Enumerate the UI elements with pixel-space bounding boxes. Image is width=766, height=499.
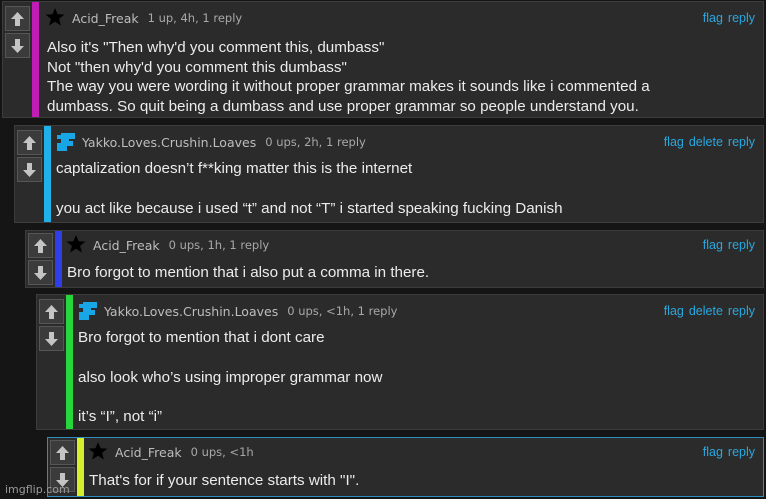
- arrow-up-icon: [23, 135, 36, 150]
- downvote-button[interactable]: [5, 33, 30, 58]
- comment-line: you act like because i used “t” and not …: [56, 199, 563, 217]
- flag-link[interactable]: flag: [703, 238, 723, 252]
- thread-depth-bar: [44, 126, 51, 222]
- comment-meta: 0 ups, <1h, 1 reply: [287, 304, 398, 318]
- comment-4: Yakko.Loves.Crushin.Loaves 0 ups, <1h, 1…: [36, 294, 764, 430]
- upvote-button[interactable]: [39, 299, 64, 324]
- comment-body: Bro forgot to mention that i dont care a…: [78, 328, 753, 427]
- comment-actions: flag reply: [703, 11, 755, 25]
- reply-link[interactable]: reply: [728, 304, 755, 318]
- comment-meta: 0 ups, 1h, 1 reply: [168, 238, 270, 252]
- arrow-up-icon: [56, 445, 69, 460]
- comment-line: captalization doesn’t f**king matter thi…: [56, 160, 413, 177]
- upvote-button[interactable]: [28, 233, 53, 258]
- comment-meta: 0 ups, 2h, 1 reply: [265, 135, 366, 149]
- comment-line: Not "then why'd you comment this dumbass…: [47, 58, 347, 76]
- comment-3: Acid_Freak 0 ups, 1h, 1 reply flag reply…: [25, 230, 764, 288]
- comment-line: The way you were wording it without prop…: [47, 78, 650, 95]
- delete-link[interactable]: delete: [689, 135, 723, 149]
- site-watermark: imgflip.com: [5, 483, 70, 496]
- flag-link[interactable]: flag: [703, 445, 723, 459]
- thread-depth-bar: [55, 231, 62, 287]
- star-icon[interactable]: [88, 441, 110, 463]
- blue-pixel-avatar-icon[interactable]: [55, 131, 77, 153]
- thread-depth-bar: [32, 2, 39, 117]
- comment-meta: 0 ups, <1h: [190, 445, 254, 459]
- upvote-button[interactable]: [50, 440, 75, 465]
- downvote-button[interactable]: [28, 260, 53, 285]
- reply-link[interactable]: reply: [728, 135, 755, 149]
- comment-2: Yakko.Loves.Crushin.Loaves 0 ups, 2h, 1 …: [14, 125, 764, 223]
- username[interactable]: Acid_Freak: [115, 445, 182, 460]
- comment-body: captalization doesn’t f**king matter thi…: [56, 159, 753, 218]
- delete-link[interactable]: delete: [689, 304, 723, 318]
- comment-header: Yakko.Loves.Crushin.Loaves 0 ups, <1h, 1…: [77, 299, 755, 323]
- comment-line: also look who’s using improper grammar n…: [78, 368, 383, 386]
- thread-depth-bar: [77, 438, 84, 496]
- username[interactable]: Acid_Freak: [93, 238, 160, 253]
- star-icon[interactable]: [66, 234, 88, 256]
- comment-line: That's for if your sentence starts with …: [89, 472, 360, 489]
- username[interactable]: Acid_Freak: [72, 11, 139, 26]
- arrow-up-icon: [34, 238, 47, 253]
- comment-actions: flag delete reply: [664, 304, 755, 318]
- comment-body: That's for if your sentence starts with …: [89, 471, 753, 491]
- arrow-down-icon: [45, 331, 58, 346]
- comment-body: Bro forgot to mention that i also put a …: [67, 263, 753, 283]
- comment-actions: flag reply: [703, 445, 755, 459]
- comment-actions: flag delete reply: [664, 135, 755, 149]
- upvote-button[interactable]: [5, 6, 30, 31]
- comment-line: it’s “I”, not “i”: [78, 408, 163, 425]
- username[interactable]: Yakko.Loves.Crushin.Loaves: [82, 135, 256, 150]
- thread-depth-bar: [66, 295, 73, 429]
- comment-actions: flag reply: [703, 238, 755, 252]
- upvote-button[interactable]: [17, 130, 42, 155]
- downvote-button[interactable]: [17, 157, 42, 182]
- comment-header: Acid_Freak 1 up, 4h, 1 reply flag reply: [45, 6, 755, 30]
- comment-line: dumbass. So quit being a dumbass and use…: [47, 97, 639, 115]
- flag-link[interactable]: flag: [664, 135, 684, 149]
- reply-link[interactable]: reply: [728, 11, 755, 25]
- arrow-down-icon: [23, 162, 36, 177]
- comment-line: Also it's "Then why'd you comment this, …: [47, 39, 385, 56]
- reply-link[interactable]: reply: [728, 445, 755, 459]
- comment-meta: 1 up, 4h, 1 reply: [147, 11, 243, 25]
- comment-1: Acid_Freak 1 up, 4h, 1 reply flag reply …: [2, 1, 764, 118]
- blue-pixel-avatar-icon[interactable]: [77, 300, 99, 322]
- reply-link[interactable]: reply: [728, 238, 755, 252]
- flag-link[interactable]: flag: [703, 11, 723, 25]
- comment-body: Also it's "Then why'd you comment this, …: [47, 38, 753, 116]
- arrow-down-icon: [11, 38, 24, 53]
- comment-line: Bro forgot to mention that i also put a …: [67, 264, 430, 281]
- comment-header: Acid_Freak 0 ups, 1h, 1 reply flag reply: [66, 233, 755, 257]
- star-icon[interactable]: [45, 7, 67, 29]
- downvote-button[interactable]: [39, 326, 64, 351]
- comment-header: Acid_Freak 0 ups, <1h flag reply: [88, 440, 755, 464]
- arrow-up-icon: [45, 304, 58, 319]
- comment-5: Acid_Freak 0 ups, <1h flag reply That's …: [47, 437, 764, 497]
- arrow-up-icon: [11, 11, 24, 26]
- username[interactable]: Yakko.Loves.Crushin.Loaves: [104, 304, 278, 319]
- flag-link[interactable]: flag: [664, 304, 684, 318]
- arrow-down-icon: [34, 265, 47, 280]
- comment-line: Bro forgot to mention that i dont care: [78, 329, 325, 346]
- comment-header: Yakko.Loves.Crushin.Loaves 0 ups, 2h, 1 …: [55, 130, 755, 154]
